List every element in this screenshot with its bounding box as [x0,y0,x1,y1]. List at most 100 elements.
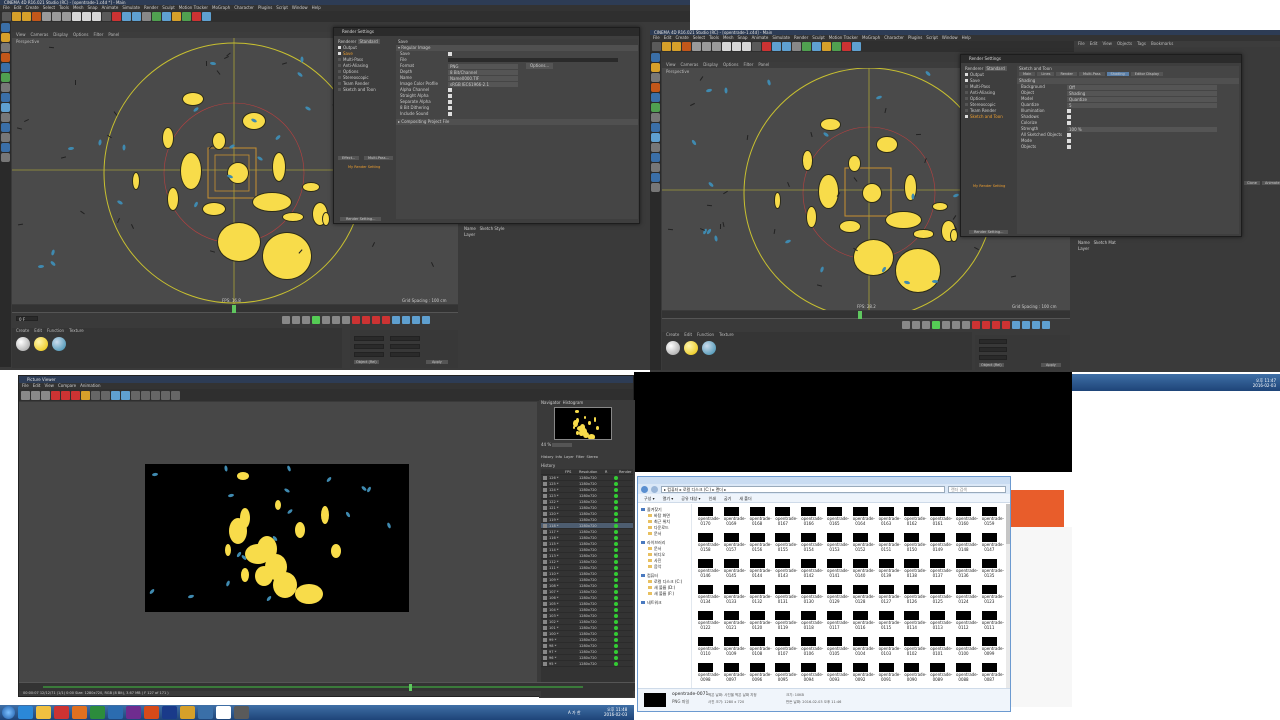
taskbar-app-button[interactable] [18,706,33,719]
file-thumbnail[interactable]: opentrade- 0129 [827,585,849,613]
left-material-menu-item[interactable]: Texture [69,328,84,334]
toolbar-tool-icon[interactable] [692,42,701,51]
pv-nav-tab-menu-item[interactable]: Navigator [541,400,561,405]
file-thumbnail[interactable]: opentrade- 0119 [775,611,797,639]
checkbox-icon[interactable] [965,103,968,106]
transport-button[interactable] [282,316,290,324]
file-thumbnail[interactable]: opentrade- 0087 [981,663,1004,687]
right-rs-value-field[interactable]: Quantize [1067,96,1217,102]
file-thumbnail[interactable]: opentrade- 0152 [852,533,875,561]
left-tray-clock[interactable]: 오후 11:48 2016-02-03 [604,707,627,717]
toolbar-tool-icon[interactable] [102,12,111,21]
pv-list-tab-menu-item[interactable]: Layer [564,455,574,459]
right-material-swatch-1[interactable] [666,341,680,355]
checkbox-icon[interactable] [448,100,452,104]
right-c4d-menu-item[interactable]: Create [675,35,688,41]
checkbox-icon[interactable] [338,88,341,91]
palette-tool-icon[interactable] [651,83,660,92]
right-material-menu-item[interactable]: Create [666,332,679,338]
transport-button[interactable] [932,321,940,329]
palette-tool-icon[interactable] [651,123,660,132]
file-thumbnail[interactable]: opentrade- 0161 [930,507,952,535]
left-playhead[interactable] [232,305,236,313]
transport-button[interactable] [1002,321,1010,329]
transport-button[interactable] [392,316,400,324]
file-thumbnail[interactable]: opentrade- 0170 [698,507,720,535]
palette-tool-icon[interactable] [651,153,660,162]
transport-button[interactable] [1022,321,1030,329]
file-thumbnail[interactable]: opentrade- 0118 [801,611,823,639]
file-thumbnail[interactable]: opentrade- 0089 [930,663,952,687]
file-thumbnail[interactable]: opentrade- 0132 [749,585,772,613]
toolbar-tool-icon[interactable] [742,42,751,51]
file-thumbnail[interactable]: opentrade- 0137 [930,559,952,587]
left-tray-lang[interactable]: A 가 한 [568,710,581,716]
right-rs-tab[interactable]: Editor Display [1130,72,1164,76]
right-rs-sidebar-item[interactable]: Sketch and Toon [963,114,1015,120]
left-c4d-menu-item[interactable]: Script [276,5,288,11]
transport-button[interactable] [332,316,340,324]
explorer-toolbar-item[interactable]: 공유 대상 ▾ [681,494,700,502]
file-thumbnail[interactable]: opentrade- 0122 [698,611,720,639]
explorer-nav-group[interactable]: 네트워크 [638,600,691,606]
file-thumbnail[interactable]: opentrade- 0111 [981,611,1004,639]
file-thumbnail[interactable]: opentrade- 0105 [827,637,849,665]
file-thumbnail[interactable]: opentrade- 0088 [956,663,978,687]
left-timeline[interactable]: 0 F [12,305,458,327]
transport-button[interactable] [1012,321,1020,329]
right-c4d-menu-item[interactable]: Mesh [723,35,734,41]
palette-tool-icon[interactable] [1,73,10,82]
left-frame-field[interactable]: 0 F [16,316,38,322]
checkbox-icon[interactable] [448,106,452,110]
palette-tool-icon[interactable] [1,33,10,42]
right-material-menu-item[interactable]: Texture [719,332,734,338]
explorer-address-bar[interactable]: ▸ 컴퓨터 ▸ 로컬 디스크 (C:) ▸ 랜더 ▸ [661,485,945,493]
toolbar-tool-icon[interactable] [682,42,691,51]
transport-button[interactable] [912,321,920,329]
pv-zoom-field[interactable]: 44 % [541,442,573,447]
right-c4d-menu-item[interactable]: Sculpt [812,35,825,41]
checkbox-icon[interactable] [965,85,968,88]
material-swatch-2[interactable] [34,337,48,351]
toolbar-tool-icon[interactable] [832,42,841,51]
left-rs-dropdown[interactable]: 8 Bit/Channel [448,69,518,75]
checkbox-icon[interactable] [1067,109,1071,113]
pv-list-tab-menu-item[interactable]: History [541,455,553,459]
pv-toolbar-icon[interactable] [141,390,150,400]
file-thumbnail[interactable]: opentrade- 0114 [904,611,926,639]
right-material-swatch-2[interactable] [684,341,698,355]
file-thumbnail[interactable]: opentrade- 0147 [981,533,1004,561]
checkbox-icon[interactable] [338,52,341,55]
palette-tool-icon[interactable] [1,153,10,162]
right-object-menu-item[interactable]: Objects [1117,41,1132,47]
palette-tool-icon[interactable] [1,63,10,72]
pv-toolbar-icon[interactable] [121,390,130,400]
toolbar-tool-icon[interactable] [52,12,61,21]
left-rs-dropdown[interactable]: PNG [448,63,518,69]
palette-tool-icon[interactable] [1,143,10,152]
right-c4d-menu-item[interactable]: Snap [737,35,747,41]
left-c4d-menu-item[interactable]: Create [25,5,38,11]
toolbar-tool-icon[interactable] [92,12,101,21]
file-thumbnail[interactable]: opentrade- 0096 [749,663,772,687]
file-thumbnail[interactable]: opentrade- 0124 [956,585,978,613]
toolbar-tool-icon[interactable] [172,12,181,21]
toolbar-tool-icon[interactable] [32,12,41,21]
transport-button[interactable] [962,321,970,329]
material-swatch-3[interactable] [52,337,66,351]
left-c4d-menu-item[interactable]: Animate [102,5,119,11]
transport-button[interactable] [342,316,350,324]
checkbox-icon[interactable] [338,64,341,67]
checkbox-icon[interactable] [338,46,341,49]
toolbar-tool-icon[interactable] [42,12,51,21]
left-c4d-menu-item[interactable]: Sculpt [162,5,175,11]
file-thumbnail[interactable]: opentrade- 0134 [698,585,720,613]
right-c4d-menu-item[interactable]: Edit [664,35,672,41]
file-thumbnail[interactable]: opentrade- 0159 [981,507,1004,535]
toolbar-tool-icon[interactable] [112,12,121,21]
right-rs-value-field[interactable]: 100 % [1067,126,1217,132]
file-thumbnail[interactable]: opentrade- 0140 [852,559,875,587]
file-thumbnail[interactable]: opentrade- 0107 [775,637,797,665]
explorer-toolbar-item[interactable]: 인쇄 [709,494,716,502]
file-thumbnail[interactable]: opentrade- 0169 [723,507,746,535]
